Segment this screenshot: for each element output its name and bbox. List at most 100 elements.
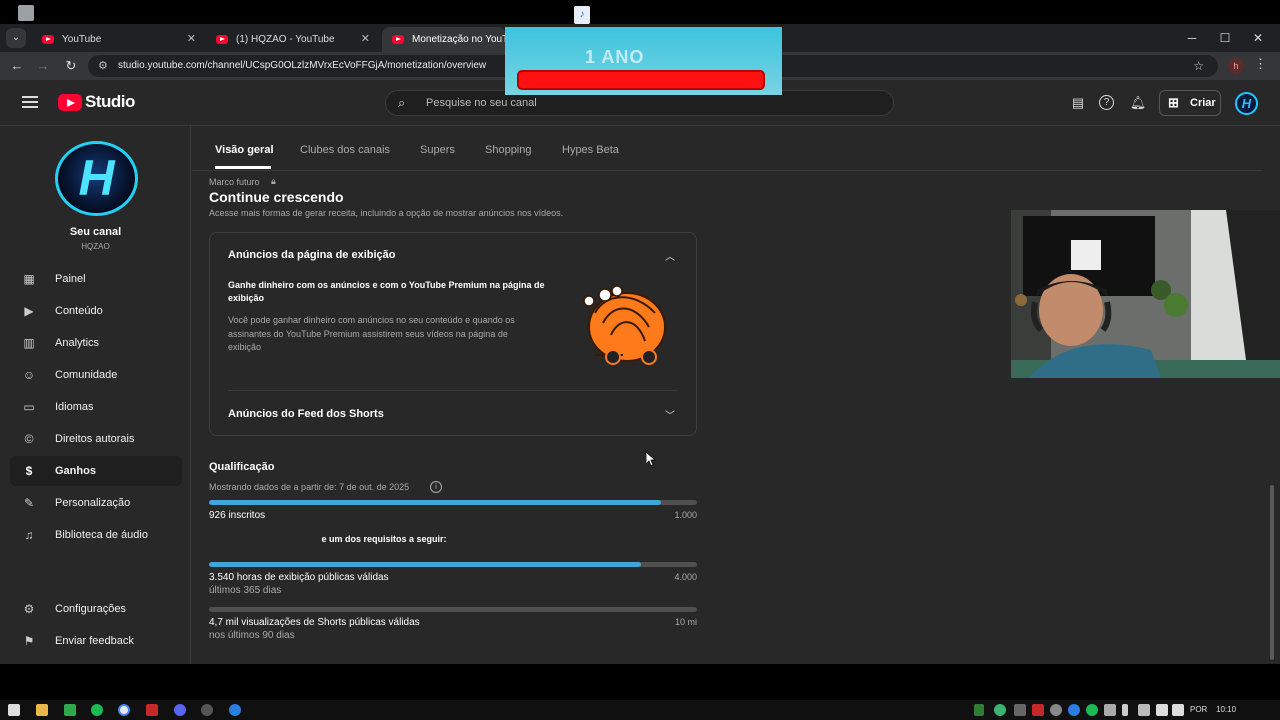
tray-icon-8[interactable] — [1138, 704, 1150, 716]
watch-page-ads-header[interactable]: Anúncios da página de exibição — [228, 249, 395, 261]
app-icon[interactable] — [64, 704, 76, 716]
sidebar-item-configuracoes[interactable]: ⚙ Configurações — [10, 594, 182, 624]
back-icon[interactable]: ← — [6, 56, 28, 76]
channel-handle: HQZAO — [81, 242, 110, 251]
close-tab-icon[interactable]: ✕ — [187, 27, 196, 52]
windows-start-icon[interactable] — [8, 704, 20, 716]
clock-time[interactable]: 10:10 — [1216, 705, 1236, 714]
subtitles-icon: ▭ — [23, 400, 35, 414]
sidebar-item-label: Comunidade — [55, 369, 118, 381]
sidebar-item-label: Biblioteca de áudio — [55, 529, 148, 541]
site-info-icon[interactable]: ⚙ — [98, 55, 108, 77]
account-avatar[interactable]: H — [1235, 92, 1258, 115]
chrome-icon[interactable] — [118, 704, 130, 716]
sidebar-item-conteudo[interactable]: ▶ Conteúdo — [10, 296, 182, 326]
maximize-icon[interactable]: ☐ — [1208, 27, 1242, 49]
browser-tab-3[interactable]: Monetização no YouTube — [382, 27, 506, 52]
scrollbar[interactable] — [1270, 485, 1274, 660]
reload-icon[interactable]: ↻ — [60, 56, 82, 76]
tray-icon-1[interactable] — [974, 704, 984, 716]
sidebar-item-personalizacao[interactable]: ✎ Personalização — [10, 488, 182, 518]
network-icon[interactable] — [1156, 704, 1168, 716]
help-icon[interactable]: ? — [1099, 95, 1114, 110]
minimize-icon[interactable]: ─ — [1175, 27, 1209, 49]
close-window-icon[interactable]: ✕ — [1241, 27, 1275, 49]
requirement-text: e um dos requisitos a seguir: — [321, 534, 447, 544]
chevron-up-icon[interactable]: ︿ — [665, 248, 675, 263]
sidebar-item-direitos-autorais[interactable]: © Direitos autorais — [10, 424, 182, 454]
app-icon-2[interactable] — [229, 704, 241, 716]
sidebar-item-ganhos[interactable]: $ Ganhos — [10, 456, 182, 486]
tray-icon-5[interactable] — [1050, 704, 1062, 716]
tray-icon-4[interactable] — [1032, 704, 1044, 716]
tray-icon-6[interactable] — [1068, 704, 1080, 716]
tab-shopping[interactable]: Shopping — [485, 144, 532, 156]
notifications-bell-icon[interactable]: 🔔︎ — [1129, 94, 1147, 112]
sidebar-item-analytics[interactable]: ▥ Analytics — [10, 328, 182, 358]
browser-tab-2[interactable]: (1) HQZAO - YouTube ✕ — [206, 27, 378, 52]
sidebar-item-biblioteca-de-audio[interactable]: ♫ Biblioteca de áudio — [10, 520, 182, 550]
volume-icon[interactable] — [1172, 704, 1184, 716]
tab-search-button[interactable]: ⌄ — [6, 28, 26, 48]
file-explorer-icon[interactable] — [36, 704, 48, 716]
studio-logo-text[interactable]: Studio — [85, 92, 135, 112]
sidebar-item-label: Ganhos — [55, 465, 96, 477]
recycle-bin-icon[interactable] — [18, 5, 34, 21]
sidebar-item-enviar-feedback[interactable]: ⚑ Enviar feedback — [10, 626, 182, 656]
tray-icon-7[interactable] — [1104, 704, 1116, 716]
sidebar-item-label: Analytics — [55, 337, 100, 349]
bookmark-star-icon[interactable]: ☆ — [1193, 55, 1204, 77]
tab-clubes-dos-canais[interactable]: Clubes dos canais — [300, 144, 390, 156]
close-tab-icon[interactable]: ✕ — [361, 27, 370, 52]
shorts-views-target: 10 mi — [674, 617, 697, 627]
youtube-logo-icon[interactable] — [58, 94, 82, 111]
browser-tab-1[interactable]: YouTube ✕ — [32, 27, 204, 52]
create-button[interactable]: ⊞ Criar — [1159, 90, 1221, 116]
watch-hours-progress-fill — [209, 562, 641, 567]
tray-spotify-icon[interactable] — [1086, 704, 1098, 716]
copyright-icon: © — [24, 432, 34, 446]
discord-icon[interactable] — [174, 704, 186, 716]
tab-visao-geral[interactable]: Visão geral — [215, 144, 274, 156]
chevron-down-icon[interactable]: ﹀ — [665, 407, 675, 422]
sidebar-item-idiomas[interactable]: ▭ Idiomas — [10, 392, 182, 422]
tab-hypes-beta[interactable]: Hypes Beta — [562, 144, 619, 156]
overlay-banner-text: 1 ANO — [585, 47, 645, 67]
lock-icon: 🔒︎ — [271, 176, 276, 186]
sidebar-item-label: Enviar feedback — [55, 635, 134, 647]
audio-file-icon[interactable]: ♪ — [574, 6, 590, 24]
gear-icon: ⚙ — [23, 602, 35, 616]
forward-icon[interactable]: → — [32, 56, 54, 76]
mouse-cursor-icon — [646, 452, 656, 466]
browser-menu-icon[interactable]: ⋮ — [1254, 56, 1267, 72]
info-icon[interactable]: i — [430, 481, 442, 493]
search-icon: ⌕ — [398, 95, 406, 110]
hamburger-menu-icon[interactable] — [22, 96, 38, 108]
shorts-views-progress-bar — [209, 607, 697, 612]
comments-icon[interactable]: ▤ — [1069, 94, 1087, 112]
magic-wand-icon: ✎ — [23, 496, 35, 510]
sidebar-item-comunidade[interactable]: ☺ Comunidade — [10, 360, 182, 390]
tray-icon-2[interactable] — [994, 704, 1006, 716]
tab-supers[interactable]: Supers — [420, 144, 455, 156]
url-text: studio.youtube.com/channel/UCspG0OLzlzMV… — [118, 60, 487, 71]
sidebar-item-label: Painel — [55, 273, 86, 285]
input-language[interactable]: POR — [1190, 705, 1207, 714]
microphone-icon[interactable] — [1122, 704, 1128, 716]
watch-hours-period: últimos 365 dias — [209, 585, 282, 596]
watch-hours-target: 4.000 — [674, 572, 697, 582]
tray-icon-3[interactable] — [1014, 704, 1026, 716]
browser-tab-title: Monetização no YouTube — [412, 34, 506, 45]
dollar-icon: $ — [25, 464, 33, 478]
overlay-red-bar — [517, 70, 765, 90]
browser-profile-avatar[interactable]: h — [1228, 58, 1244, 74]
shorts-feed-ads-header[interactable]: Anúncios do Feed dos Shorts — [228, 408, 384, 420]
sidebar-item-painel[interactable]: ▦ Painel — [10, 264, 182, 294]
channel-avatar[interactable]: H — [55, 141, 138, 216]
spotify-icon[interactable] — [91, 704, 103, 716]
feedback-icon: ⚑ — [23, 634, 35, 648]
obs-icon[interactable] — [201, 704, 213, 716]
search-input[interactable] — [426, 95, 866, 111]
news-app-icon[interactable] — [146, 704, 158, 716]
watch-page-ads-description: Você pode ganhar dinheiro com anúncios n… — [228, 315, 515, 352]
